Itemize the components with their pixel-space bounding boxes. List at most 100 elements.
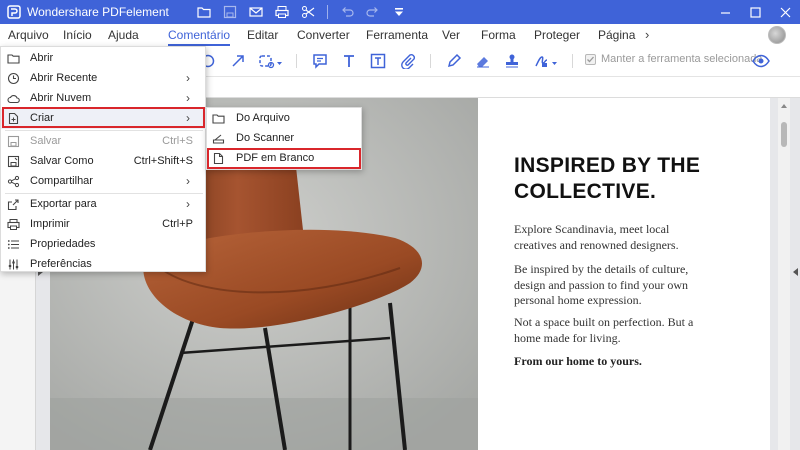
menu-item-label: Propriedades	[30, 238, 96, 250]
submenu-do-scanner[interactable]: Do Scanner	[207, 129, 363, 149]
menu-comentario[interactable]: Comentário	[168, 24, 231, 46]
export-icon	[7, 198, 20, 211]
save-as-icon	[7, 155, 20, 168]
keep-tool-checkbox[interactable]	[585, 53, 596, 65]
submenu-pdf-em-branco[interactable]: PDF em Branco	[207, 149, 363, 169]
menu-item-label: Do Arquivo	[236, 112, 290, 124]
menu-item-label: PDF em Branco	[236, 152, 315, 164]
toolbar-divider	[572, 54, 573, 68]
file-menu-salvar[interactable]: Salvar Ctrl+S	[1, 132, 207, 152]
file-menu-preferencias[interactable]: Preferências	[1, 255, 207, 275]
menu-item-label: Salvar	[30, 135, 62, 147]
expand-right-panel-icon[interactable]	[793, 268, 798, 276]
file-menu-exportar-para[interactable]: Exportar para ›	[1, 195, 207, 215]
menu-item-shortcut: Ctrl+Shift+S	[133, 155, 193, 167]
scissors-icon[interactable]	[295, 0, 321, 24]
menu-item-label: Imprimir	[30, 218, 70, 230]
keep-tool-label: Manter a ferramenta selecionada	[601, 53, 763, 65]
menu-arquivo[interactable]: Arquivo	[8, 24, 49, 46]
arrow-icon[interactable]	[230, 53, 246, 69]
pencil-icon[interactable]	[446, 53, 462, 69]
list-icon	[7, 238, 20, 251]
undo-icon[interactable]	[334, 0, 360, 24]
app-title: Wondershare PDFelement	[27, 5, 169, 19]
file-menu-propriedades[interactable]: Propriedades	[1, 235, 207, 255]
keep-tool-option[interactable]: Manter a ferramenta selecionada	[585, 53, 762, 65]
window-controls	[710, 0, 800, 24]
document-text-column: INSPIRED BY THE COLLECTIVE. Explore Scan…	[478, 98, 770, 450]
scroll-up-icon[interactable]	[781, 104, 787, 108]
file-menu-abrir-nuvem[interactable]: Abrir Nuvem ›	[1, 89, 207, 109]
cloud-icon	[7, 92, 20, 105]
submenu-do-arquivo[interactable]: Do Arquivo	[207, 109, 363, 129]
redo-icon[interactable]	[360, 0, 386, 24]
menu-item-label: Salvar Como	[30, 155, 94, 167]
menu-item-label: Exportar para	[30, 198, 97, 210]
menu-item-label: Criar	[30, 112, 54, 124]
toolbar-divider	[326, 5, 328, 19]
text-icon[interactable]	[341, 53, 357, 69]
document-closing: From our home to yours.	[514, 354, 642, 368]
folder-icon	[7, 52, 20, 65]
attachment-icon[interactable]	[400, 53, 416, 69]
file-menu-imprimir[interactable]: Imprimir Ctrl+P	[1, 215, 207, 235]
submenu-arrow-icon: ›	[186, 197, 190, 211]
menu-item-label: Abrir Recente	[30, 72, 98, 84]
submenu-arrow-icon: ›	[186, 111, 190, 125]
signature-dropdown-icon[interactable]	[533, 53, 559, 69]
file-menu: Abrir Abrir Recente › Abrir Nuvem › Cria…	[0, 46, 207, 275]
new-document-icon	[7, 112, 20, 125]
toolbar-divider	[430, 54, 431, 68]
file-menu-salvar-como[interactable]: Salvar Como Ctrl+Shift+S	[1, 152, 207, 172]
title-bar: Wondershare PDFelement	[0, 0, 800, 24]
file-menu-abrir[interactable]: Abrir	[1, 49, 207, 69]
text-box-icon[interactable]	[370, 53, 386, 69]
menu-proteger[interactable]: Proteger	[534, 24, 580, 46]
file-menu-abrir-recente[interactable]: Abrir Recente ›	[1, 69, 207, 89]
scanner-icon	[212, 132, 225, 145]
share-icon	[7, 175, 20, 188]
document-paragraph: Explore Scandinavia, meet local creative…	[514, 222, 679, 252]
menu-converter[interactable]: Converter	[297, 24, 350, 46]
menu-more-chevron-icon[interactable]: ›	[645, 24, 649, 46]
menu-inicio[interactable]: Início	[63, 24, 92, 46]
mail-icon[interactable]	[243, 0, 269, 24]
eye-icon[interactable]	[752, 54, 770, 68]
vertical-scrollbar[interactable]	[778, 98, 790, 450]
folder-icon	[212, 112, 225, 125]
minimize-icon[interactable]	[710, 0, 740, 24]
stamp-icon[interactable]	[504, 53, 520, 69]
menu-item-label: Preferências	[30, 258, 92, 270]
submenu-arrow-icon: ›	[186, 91, 190, 105]
menu-item-shortcut: Ctrl+P	[162, 218, 193, 230]
menu-ferramenta[interactable]: Ferramenta	[366, 24, 428, 46]
menu-divider	[5, 130, 203, 131]
file-menu-compartilhar[interactable]: Compartilhar ›	[1, 172, 207, 192]
note-icon[interactable]	[312, 53, 328, 69]
file-menu-criar[interactable]: Criar ›	[1, 109, 207, 129]
eraser-icon[interactable]	[475, 53, 491, 69]
shape-dropdown-icon[interactable]	[258, 53, 284, 69]
document-headline: INSPIRED BY THE COLLECTIVE.	[514, 154, 701, 203]
menu-ajuda[interactable]: Ajuda	[108, 24, 139, 46]
maximize-icon[interactable]	[740, 0, 770, 24]
quick-access-dropdown-icon[interactable]	[386, 0, 412, 24]
menu-ver[interactable]: Ver	[442, 24, 460, 46]
document-paragraph: Be inspired by the details of culture, d…	[514, 262, 689, 307]
print-icon[interactable]	[269, 0, 295, 24]
blank-page-icon	[212, 152, 225, 165]
app-logo-icon	[7, 5, 21, 19]
menu-editar[interactable]: Editar	[247, 24, 278, 46]
menu-divider	[5, 193, 203, 194]
menu-forma[interactable]: Forma	[481, 24, 516, 46]
close-icon[interactable]	[770, 0, 800, 24]
submenu-arrow-icon: ›	[186, 174, 190, 188]
save-icon[interactable]	[217, 0, 243, 24]
clock-icon	[7, 72, 20, 85]
print-icon	[7, 218, 20, 231]
folder-icon[interactable]	[191, 0, 217, 24]
menu-item-shortcut: Ctrl+S	[162, 135, 193, 147]
avatar[interactable]	[768, 26, 786, 44]
scrollbar-thumb[interactable]	[781, 122, 787, 147]
menu-pagina[interactable]: Página	[598, 24, 635, 46]
